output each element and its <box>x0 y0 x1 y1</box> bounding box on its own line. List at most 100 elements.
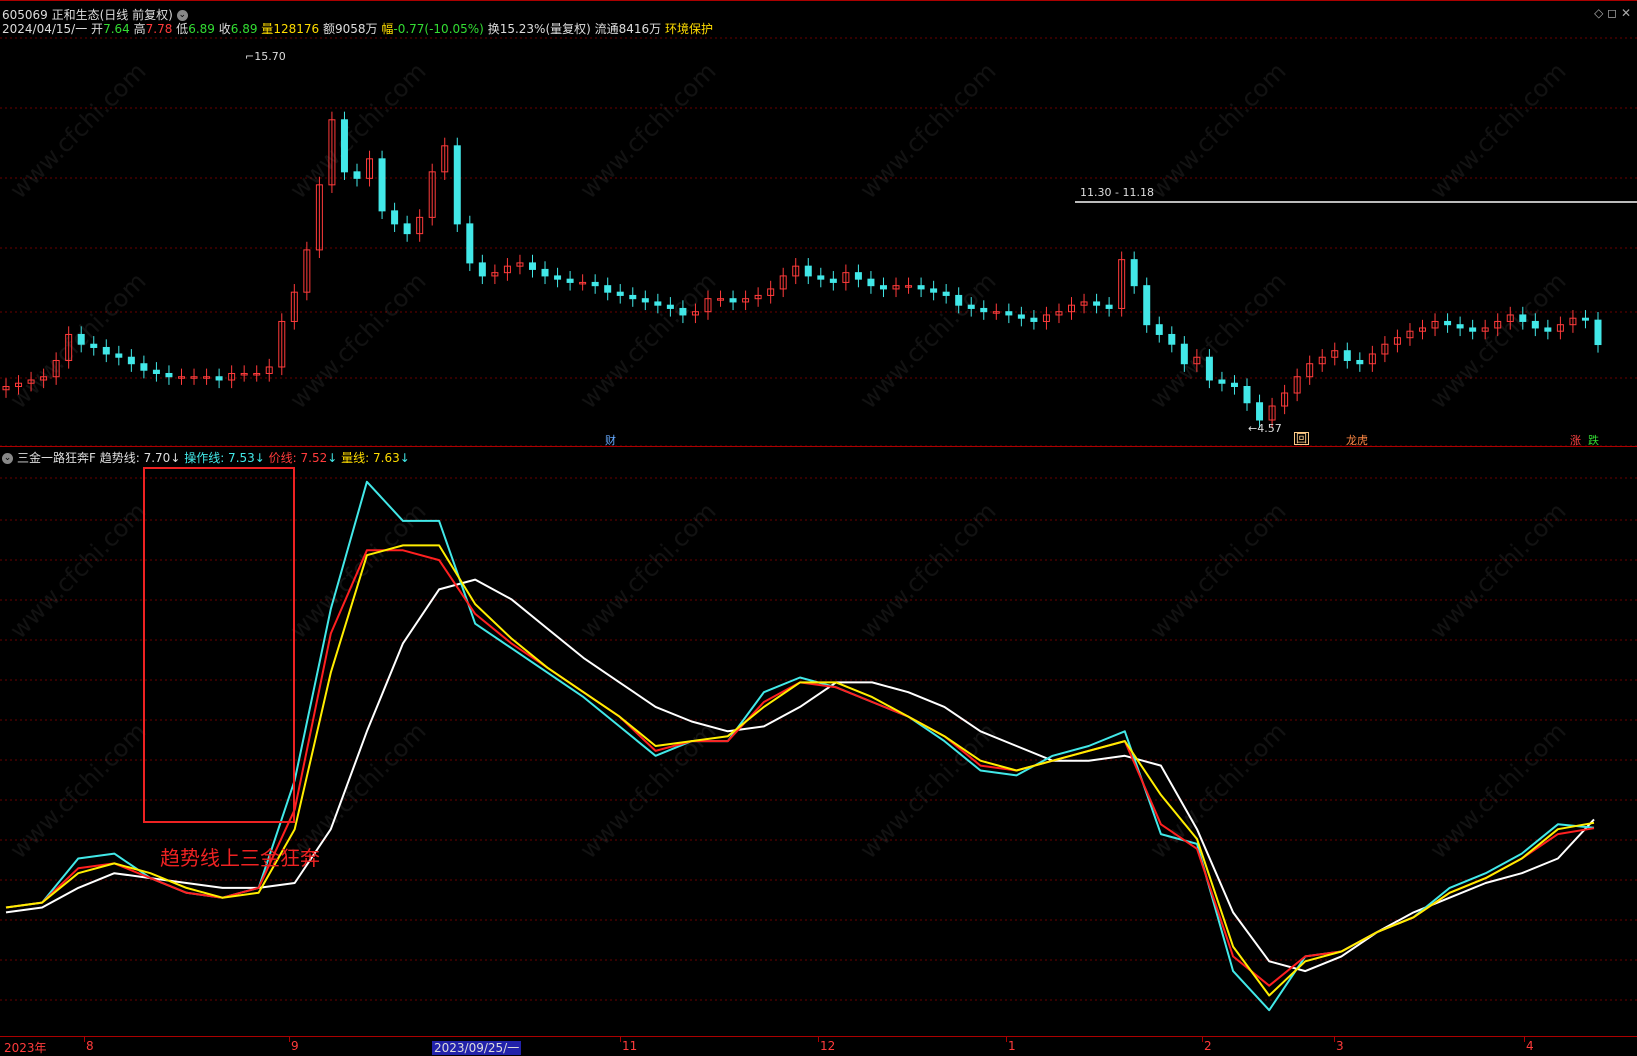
candle-body <box>867 278 875 287</box>
candle-body <box>466 223 474 264</box>
watermark-text: www.cfchi.com <box>1424 497 1571 644</box>
watermark-text: www.cfchi.com <box>854 497 1001 644</box>
trend-line-value: 趋势线: 7.70 <box>99 451 171 465</box>
x-tick <box>84 1037 85 1042</box>
candle-body <box>528 262 536 270</box>
candle-body <box>1218 379 1226 384</box>
candle-body <box>1093 301 1101 306</box>
range-marker: 11.30 - 11.18 <box>1080 186 1154 199</box>
candle-body <box>729 298 737 303</box>
x-cursor-date-box: 2023/09/25/一 <box>432 1041 522 1055</box>
candle-body <box>1205 356 1213 381</box>
candle-body <box>140 363 148 371</box>
x-cursor-date[interactable]: 2023/09/25/一 <box>432 1039 522 1056</box>
candle-body <box>1030 317 1038 322</box>
candle-body <box>879 285 887 290</box>
candle-body <box>215 376 223 381</box>
price-line-value: 价线: 7.52 <box>268 451 328 465</box>
candle-body <box>641 298 649 303</box>
candle-body <box>1356 359 1364 365</box>
candle-body <box>1017 314 1025 319</box>
x-tick <box>1524 1037 1525 1042</box>
watermark-text: www.cfchi.com <box>1424 57 1571 204</box>
watermark-text: www.cfchi.com <box>1424 717 1571 864</box>
candle-body <box>1581 317 1589 321</box>
indicator-header[interactable]: ⌄ 三金一路狂奔F 趋势线: 7.70↓ 操作线: 7.53↓ 价线: 7.52↓… <box>2 449 410 466</box>
candle-body <box>378 158 386 212</box>
candle-body <box>152 369 160 374</box>
candle-body <box>604 285 612 293</box>
watermark-text: www.cfchi.com <box>1144 267 1291 414</box>
candle-body <box>340 119 348 173</box>
candle-body <box>854 272 862 280</box>
candle-body <box>804 265 812 277</box>
candle-body <box>1168 333 1176 345</box>
candle-body <box>478 262 486 277</box>
candle-body <box>967 304 975 309</box>
watermark-text: www.cfchi.com <box>1144 717 1291 864</box>
x-tick <box>818 1037 819 1042</box>
candle-body <box>930 288 938 293</box>
x-tick <box>1006 1037 1007 1042</box>
x-label-mar: 3 <box>1336 1039 1344 1053</box>
candle-body <box>541 268 549 277</box>
candle-body <box>679 307 687 316</box>
price-arrow-icon: ↓ <box>327 451 338 465</box>
high-marker-arrow: ⌐ <box>245 50 255 63</box>
watermark-text: www.cfchi.com <box>854 717 1001 864</box>
candle-body <box>1005 311 1013 316</box>
candle-body <box>1469 327 1477 332</box>
event-marker-return[interactable]: 回 <box>1294 432 1309 445</box>
candle-body <box>666 304 674 309</box>
candle-body <box>1230 382 1238 387</box>
candle-body <box>391 210 399 225</box>
candle-body <box>1143 285 1151 326</box>
watermark-text: www.cfchi.com <box>284 57 431 204</box>
watermark-text: www.cfchi.com <box>4 57 151 204</box>
candle-body <box>554 275 562 280</box>
x-axis: 2023年 8 9 2023/09/25/一 11 12 1 2 3 4 <box>0 1036 1637 1056</box>
watermark-text: www.cfchi.com <box>4 497 151 644</box>
candle-body <box>403 223 411 235</box>
x-label-nov: 11 <box>622 1039 638 1053</box>
candle-body <box>917 285 925 290</box>
candle-body <box>654 301 662 306</box>
candle-body <box>1256 402 1264 421</box>
candle-body <box>955 294 963 306</box>
candle-body <box>616 291 624 296</box>
watermark-text: www.cfchi.com <box>574 57 721 204</box>
pane-divider[interactable] <box>0 446 1637 447</box>
x-tick <box>1334 1037 1335 1042</box>
x-tick <box>289 1037 290 1042</box>
candle-body <box>817 275 825 280</box>
candle-body <box>1243 385 1251 404</box>
candle-body <box>1155 324 1163 335</box>
candle-body <box>115 353 123 358</box>
watermark-text: www.cfchi.com <box>574 267 721 414</box>
x-tick <box>620 1037 621 1042</box>
candle-body <box>1519 314 1527 322</box>
trend-arrow-icon: ↓ <box>170 451 181 465</box>
candle-body <box>942 291 950 296</box>
x-label-sep: 9 <box>291 1039 299 1053</box>
candle-body <box>980 307 988 313</box>
candle-body <box>1343 350 1351 361</box>
candle-body <box>1105 304 1113 309</box>
indicator-dropdown-icon[interactable]: ⌄ <box>2 453 13 464</box>
x-label-dec: 12 <box>820 1039 836 1053</box>
high-marker-value: 15.70 <box>254 50 286 63</box>
x-tick <box>1202 1037 1203 1042</box>
watermark-text: www.cfchi.com <box>1144 57 1291 204</box>
annotation-box <box>143 467 295 823</box>
low-marker: ←4.57 <box>1248 422 1282 435</box>
candle-body <box>1180 343 1188 365</box>
x-label-2023: 2023年 <box>4 1041 47 1055</box>
candle-body <box>1456 324 1464 329</box>
watermark-text: www.cfchi.com <box>1424 267 1571 414</box>
indicator-name: 三金一路狂奔F <box>17 451 96 465</box>
candle-body <box>453 145 461 225</box>
vol-arrow-icon: ↓ <box>399 451 410 465</box>
candlestick-series[interactable] <box>2 111 1602 429</box>
candle-body <box>1130 259 1138 287</box>
low-marker-value: 4.57 <box>1257 422 1282 435</box>
